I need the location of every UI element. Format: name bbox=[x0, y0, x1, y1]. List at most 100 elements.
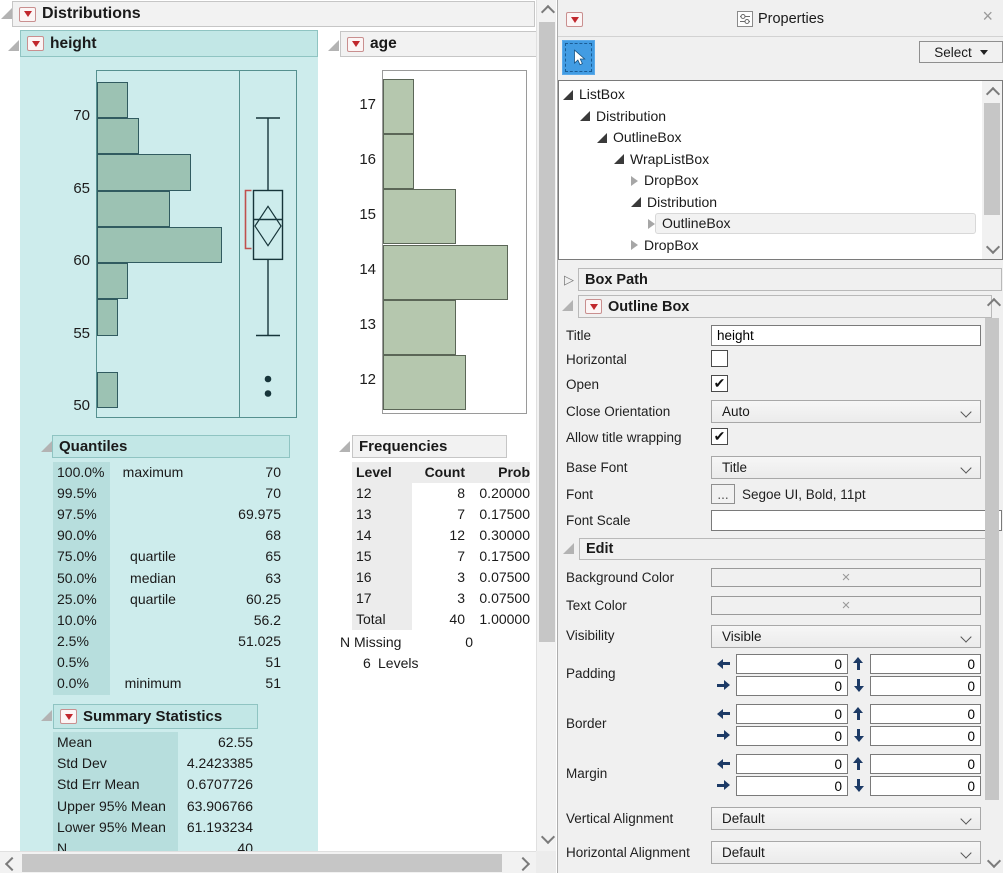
height-collapse-icon[interactable] bbox=[8, 40, 19, 51]
statistic-name: N bbox=[57, 838, 67, 851]
height-header[interactable]: height bbox=[20, 30, 318, 57]
padding-bottom-input[interactable] bbox=[870, 676, 981, 696]
padding-right-input[interactable] bbox=[736, 676, 848, 696]
height-red-triangle-menu[interactable] bbox=[27, 36, 44, 51]
histogram-bar[interactable] bbox=[383, 245, 508, 300]
open-checkbox[interactable]: ✔ bbox=[711, 375, 728, 392]
tree-expanded-icon[interactable] bbox=[614, 154, 624, 164]
age-red-triangle-menu[interactable] bbox=[347, 37, 364, 52]
summary-collapse-icon[interactable] bbox=[41, 710, 52, 721]
allow-title-wrapping-checkbox[interactable]: ✔ bbox=[711, 428, 728, 445]
margin-bottom-input[interactable] bbox=[870, 776, 981, 796]
summary-statistics-header[interactable]: Summary Statistics bbox=[53, 704, 258, 729]
margin-right-input[interactable] bbox=[736, 776, 848, 796]
age-collapse-icon[interactable] bbox=[328, 40, 339, 51]
frequencies-collapse-icon[interactable] bbox=[339, 441, 350, 452]
outline-box-collapse-icon[interactable] bbox=[562, 300, 573, 311]
distributions-red-triangle-menu[interactable] bbox=[19, 7, 36, 22]
histogram-bar[interactable] bbox=[383, 355, 466, 410]
tree-item-outlinebox[interactable]: OutlineBox bbox=[563, 127, 976, 148]
tree-item-dropbox[interactable]: DropBox bbox=[563, 235, 976, 256]
title-input[interactable] bbox=[711, 325, 981, 346]
histogram-bar[interactable] bbox=[97, 372, 118, 408]
border-right-input[interactable] bbox=[736, 726, 848, 746]
height-histogram-plot[interactable] bbox=[96, 70, 297, 418]
tree-item-dropbox[interactable]: DropBox bbox=[563, 170, 976, 191]
tree-item-distribution[interactable]: Distribution bbox=[563, 106, 976, 127]
histogram-bar[interactable] bbox=[97, 191, 170, 227]
scroll-thumb[interactable] bbox=[984, 103, 1000, 215]
outline-box-red-triangle-menu[interactable] bbox=[585, 299, 602, 314]
histogram-bar[interactable] bbox=[97, 227, 222, 263]
histogram-bar[interactable] bbox=[383, 79, 414, 134]
tree-item-outlinebox[interactable]: OutlineBox bbox=[563, 213, 976, 234]
tree-expanded-icon[interactable] bbox=[580, 111, 590, 121]
tree-collapsed-icon[interactable] bbox=[631, 176, 638, 186]
background-color-button[interactable]: × bbox=[711, 568, 981, 587]
scroll-up-arrow[interactable] bbox=[541, 5, 555, 19]
scroll-up-arrow[interactable] bbox=[986, 87, 1000, 101]
border-left-input[interactable] bbox=[736, 704, 848, 724]
histogram-bar[interactable] bbox=[97, 299, 118, 335]
horizontal-checkbox[interactable] bbox=[711, 350, 728, 367]
quantiles-header[interactable]: Quantiles bbox=[52, 435, 290, 458]
age-histogram-plot[interactable] bbox=[382, 70, 527, 414]
box-path-collapse-icon[interactable]: ▷ bbox=[564, 273, 574, 286]
close-orientation-dropdown[interactable]: Auto bbox=[711, 400, 981, 423]
scroll-down-arrow[interactable] bbox=[986, 240, 1000, 254]
histogram-bar[interactable] bbox=[97, 263, 128, 299]
scroll-thumb[interactable] bbox=[985, 318, 999, 800]
histogram-bar[interactable] bbox=[97, 154, 191, 190]
scroll-down-arrow[interactable] bbox=[987, 854, 1001, 868]
histogram-bar[interactable] bbox=[97, 82, 128, 118]
margin-top-input[interactable] bbox=[870, 754, 981, 774]
border-top-input[interactable] bbox=[870, 704, 981, 724]
tree-collapsed-icon[interactable] bbox=[631, 240, 638, 250]
scroll-right-arrow[interactable] bbox=[516, 857, 530, 871]
outline-box-header[interactable]: Outline Box bbox=[578, 295, 992, 318]
text-color-button[interactable]: × bbox=[711, 596, 981, 615]
tree-item-listbox[interactable]: ListBox bbox=[563, 84, 976, 105]
distributions-collapse-icon[interactable] bbox=[1, 8, 12, 19]
font-picker-button[interactable]: ... bbox=[711, 484, 735, 504]
visibility-dropdown[interactable]: Visible bbox=[711, 625, 981, 648]
close-icon[interactable]: × bbox=[982, 5, 993, 27]
scroll-left-arrow[interactable] bbox=[5, 857, 19, 871]
box-path-header[interactable]: Box Path bbox=[578, 268, 1002, 291]
edit-collapse-icon[interactable] bbox=[563, 543, 574, 554]
scroll-down-arrow[interactable] bbox=[541, 830, 555, 844]
selection-tool-button[interactable] bbox=[562, 40, 595, 75]
summary-red-triangle-menu[interactable] bbox=[60, 709, 77, 724]
tree-expanded-icon[interactable] bbox=[563, 90, 573, 100]
font-scale-input[interactable] bbox=[711, 510, 1002, 531]
histogram-bar[interactable] bbox=[383, 134, 414, 189]
vertical-alignment-dropdown[interactable]: Default bbox=[711, 807, 981, 830]
histogram-bar[interactable] bbox=[383, 189, 456, 244]
distributions-header[interactable]: Distributions bbox=[12, 1, 535, 27]
tree-scrollbar[interactable] bbox=[982, 81, 1002, 259]
horizontal-alignment-dropdown[interactable]: Default bbox=[711, 841, 981, 864]
tree-expanded-icon[interactable] bbox=[597, 133, 607, 143]
scroll-thumb[interactable] bbox=[22, 854, 502, 872]
padding-top-input[interactable] bbox=[870, 654, 981, 674]
quantiles-collapse-icon[interactable] bbox=[41, 441, 52, 452]
padding-left-input[interactable] bbox=[736, 654, 848, 674]
tree-expanded-icon[interactable] bbox=[631, 197, 641, 207]
scroll-thumb[interactable] bbox=[539, 22, 555, 642]
select-dropdown-button[interactable]: Select bbox=[919, 41, 1003, 63]
table-row: 10.0%56.2 bbox=[53, 610, 283, 631]
frequencies-header[interactable]: Frequencies bbox=[352, 435, 507, 458]
border-bottom-input[interactable] bbox=[870, 726, 981, 746]
margin-left-input[interactable] bbox=[736, 754, 848, 774]
tree-item-distribution[interactable]: Distribution bbox=[563, 256, 976, 260]
report-vertical-scrollbar[interactable] bbox=[536, 0, 556, 851]
edit-header[interactable]: Edit bbox=[579, 538, 991, 560]
tree-collapsed-icon[interactable] bbox=[648, 219, 655, 229]
tree-item-wraplistbox[interactable]: WrapListBox bbox=[563, 149, 976, 170]
histogram-bar[interactable] bbox=[97, 118, 139, 154]
histogram-bar[interactable] bbox=[383, 300, 456, 355]
age-header[interactable]: age bbox=[340, 31, 536, 57]
base-font-dropdown[interactable]: Title bbox=[711, 456, 981, 479]
tree-item-distribution[interactable]: Distribution bbox=[563, 192, 976, 213]
report-horizontal-scrollbar[interactable] bbox=[0, 851, 536, 873]
